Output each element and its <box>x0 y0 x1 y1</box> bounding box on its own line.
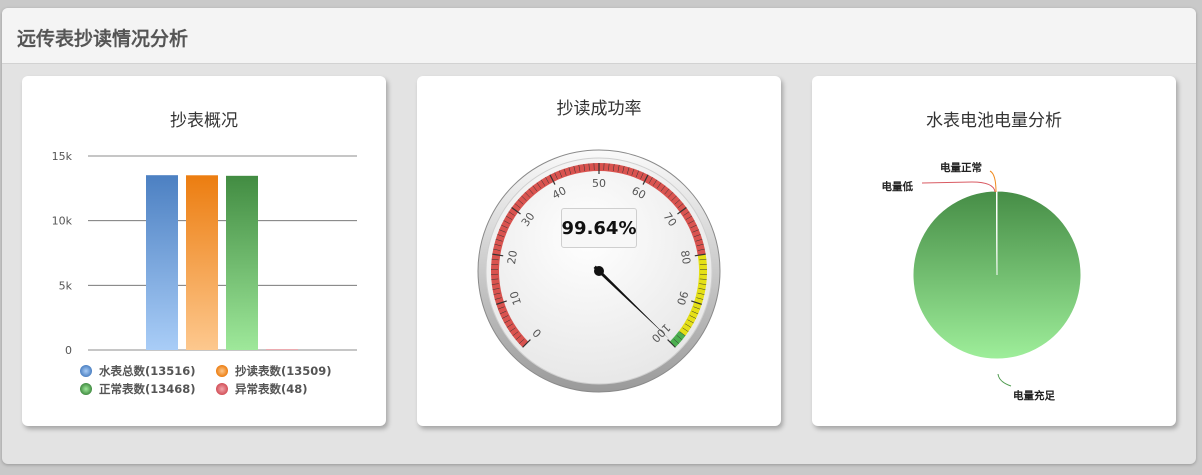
overview-card: 抄表概况 0 5k 10k 15k 水表总数(13516) 抄读表数(13509) 正常表… <box>22 76 386 426</box>
battery-pie-chart: 电量充足 电量正常电量低 <box>882 161 1082 402</box>
overview-bar-chart: 0 5k 10k 15k 水表总数(13516) 抄读表数(13509) 正常表数(134… <box>52 150 357 396</box>
y-tick-label: 10k <box>52 215 73 228</box>
legend-label: 异常表数(48) <box>235 382 308 396</box>
bar <box>146 175 178 350</box>
y-tick-label: 15k <box>52 150 73 163</box>
pie-label: 电量充足 <box>1013 389 1055 402</box>
gauge-pivot <box>594 266 604 276</box>
battery-card: 水表电池电量分析 电量充足 电量正常 电量低 <box>812 76 1176 426</box>
bar <box>266 349 298 350</box>
pie-connector <box>989 170 997 193</box>
gauge-tick-label: 80 <box>678 249 693 265</box>
legend-label: 正常表数(13468) <box>99 382 196 396</box>
pie-label: 电量低 <box>882 180 914 193</box>
bar <box>226 175 258 350</box>
legend-marker <box>216 383 228 395</box>
page-title: 远传表抄读情况分析 <box>17 28 189 50</box>
pie-connector <box>997 373 1012 387</box>
y-tick-label: 5k <box>59 279 73 292</box>
legend-label: 抄读表数(13509) <box>235 364 332 378</box>
legend-marker <box>216 365 228 377</box>
legend-marker <box>80 365 92 377</box>
panel-header: 远传表抄读情况分析 <box>2 8 1196 64</box>
success-rate-card: 抄读成功率 0 10 20 30 40 50 60 70 80 90 100 99.64% <box>417 76 781 426</box>
pie-connector <box>921 181 996 193</box>
y-tick-label: 0 <box>65 344 72 357</box>
success-rate-value: 99.64% <box>561 208 637 248</box>
pie-label: 电量正常 <box>940 161 982 174</box>
gauge-tick-label: 20 <box>505 249 520 265</box>
gauge-tick-label: 50 <box>592 177 606 190</box>
success-rate-gauge: 0102030405060708090100 <box>477 149 721 393</box>
legend-marker <box>80 383 92 395</box>
bar <box>186 175 218 350</box>
legend-label: 水表总数(13516) <box>99 364 196 378</box>
